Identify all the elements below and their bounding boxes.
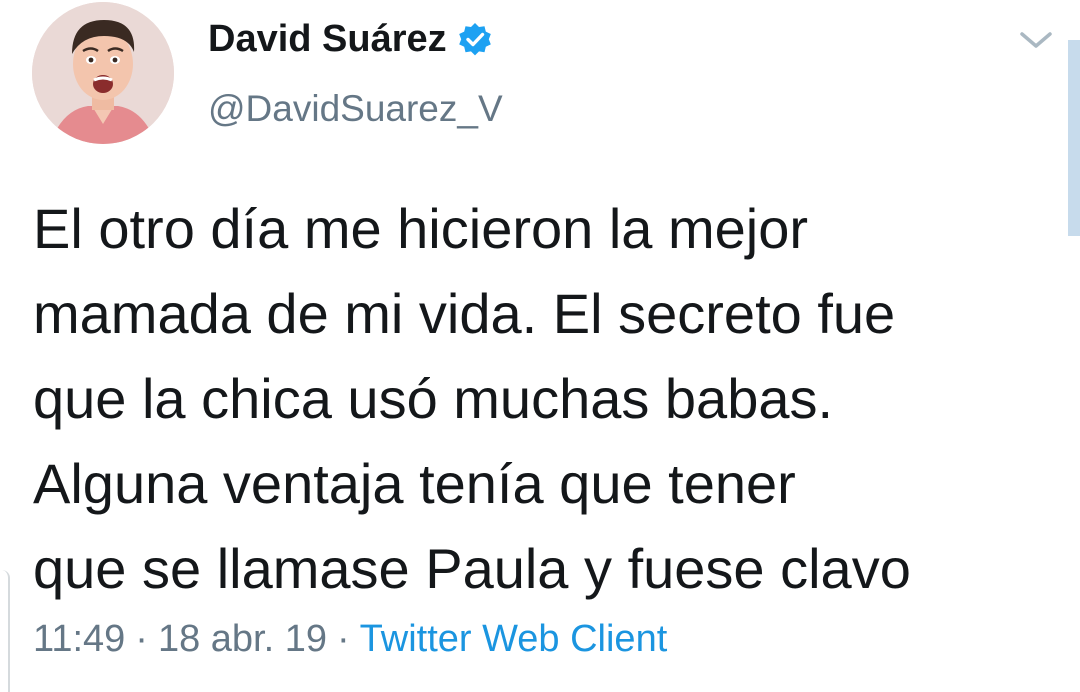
user-handle[interactable]: @DavidSuarez_V bbox=[208, 88, 503, 130]
tweet-meta: 11:49 · 18 abr. 19 · Twitter Web Client bbox=[33, 618, 667, 661]
display-name-text: David Suárez bbox=[208, 18, 447, 60]
card-edge bbox=[0, 570, 10, 692]
verified-badge-icon bbox=[457, 22, 493, 58]
scrollbar[interactable] bbox=[1068, 40, 1080, 236]
display-name[interactable]: David Suárez bbox=[208, 18, 493, 61]
tweet-text: El otro día me hicieron la mejor mamada … bbox=[33, 186, 1063, 611]
meta-separator: · bbox=[135, 618, 148, 660]
tweet-line: que la chica usó muchas babas. bbox=[33, 367, 834, 430]
profile-photo bbox=[32, 2, 174, 144]
tweet-line: mamada de mi vida. El secreto fue bbox=[33, 282, 896, 345]
tweet-source-link[interactable]: Twitter Web Client bbox=[360, 618, 668, 660]
tweet-line: que se llamase Paula y fuese clavo bbox=[33, 537, 911, 600]
tweet-date[interactable]: 18 abr. 19 bbox=[158, 618, 327, 660]
tweet-line: El otro día me hicieron la mejor bbox=[33, 197, 809, 260]
tweet-detail: David Suárez @DavidSuarez_V El otro día … bbox=[0, 0, 1080, 692]
avatar[interactable] bbox=[32, 2, 174, 144]
chevron-down-icon[interactable] bbox=[1016, 26, 1056, 54]
tweet-time[interactable]: 11:49 bbox=[33, 618, 125, 660]
meta-separator: · bbox=[336, 618, 350, 660]
tweet-line: Alguna ventaja tenía que tener bbox=[33, 452, 796, 515]
